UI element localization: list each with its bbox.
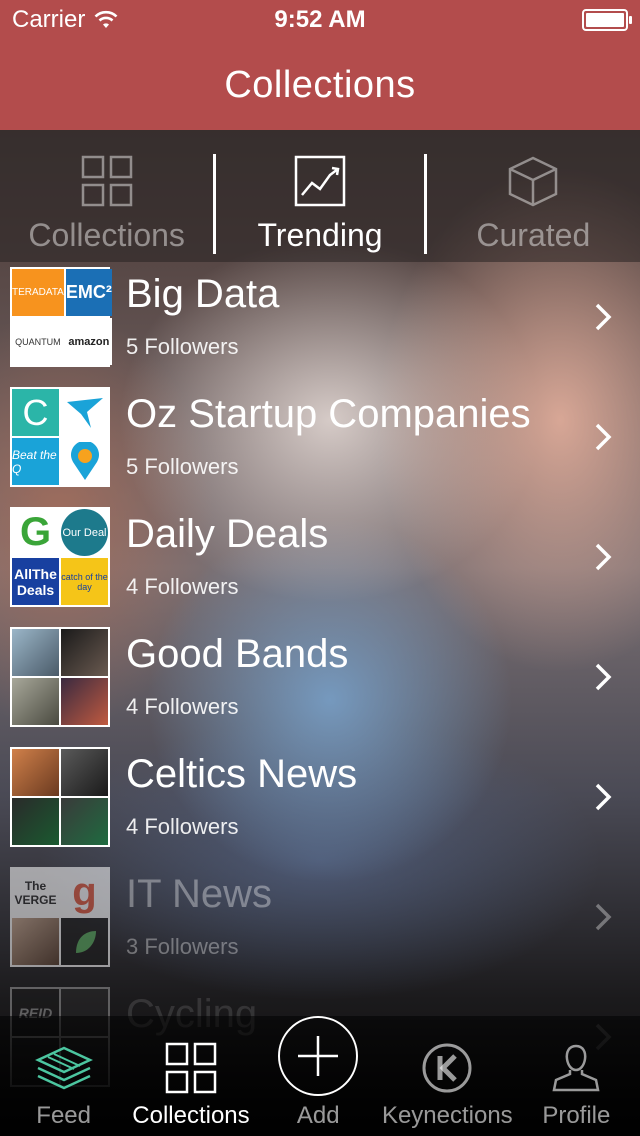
chevron-right-icon <box>595 903 612 931</box>
thumbnail-tile: catch of the day <box>61 558 108 605</box>
thumbnail-tile: g <box>61 869 108 916</box>
box-icon <box>509 156 558 207</box>
tab-profile[interactable]: Profile <box>513 1016 640 1136</box>
grid-icon <box>81 155 132 207</box>
collection-thumbnail: C Beat the Q <box>10 387 110 487</box>
chevron-right-icon <box>595 783 612 811</box>
tab-keynections-label: Keynections <box>381 1102 513 1129</box>
tab-add[interactable]: Add <box>255 1016 382 1136</box>
thumbnail-tile: Beat the Q <box>12 438 59 485</box>
collection-thumbnail <box>10 627 110 727</box>
tab-collections-label: Collections <box>28 217 185 253</box>
collection-thumbnail: G Our Deal AllThe Deals catch of the day <box>10 507 110 607</box>
person-icon <box>552 1044 600 1092</box>
thumbnail-tile: TERADATA <box>12 269 64 316</box>
collection-thumbnail <box>10 747 110 847</box>
collection-title: Big Data <box>126 272 280 316</box>
list-item[interactable]: C Beat the Q Oz Startup Companies 5 Foll… <box>0 382 640 502</box>
collection-title: Celtics News <box>126 752 358 796</box>
thumbnail-tile: Our Deal <box>61 509 108 556</box>
list-item[interactable]: G Our Deal AllThe Deals catch of the day… <box>0 502 640 622</box>
nav-bar: Collections <box>0 40 640 130</box>
thumbnail-tile: QUANTUM <box>12 318 64 365</box>
segment-divider <box>213 154 217 254</box>
collections-list: TERADATA EMC² QUANTUM amazon Big Data 5 … <box>0 262 640 1102</box>
thumbnail-tile: amazon <box>65 318 112 365</box>
followers-count: 5 Followers <box>126 334 239 359</box>
thumbnail-photo <box>12 678 59 725</box>
segment-control: Collections Trending Curated <box>0 130 640 262</box>
leaf-logo-icon <box>75 930 96 953</box>
list-item[interactable]: Celtics News 4 Followers <box>0 742 640 862</box>
tab-collections[interactable]: Collections <box>0 130 213 262</box>
status-time: 9:52 AM <box>274 6 366 33</box>
thumbnail-photo <box>12 629 59 676</box>
thumbnail-photo <box>61 749 108 796</box>
thumbnail-tile: C <box>12 389 59 436</box>
tab-feed-label: Feed <box>36 1102 91 1129</box>
chevron-right-icon <box>595 423 612 451</box>
followers-count: 4 Followers <box>126 574 239 599</box>
tab-trending[interactable]: Trending <box>213 130 427 262</box>
tab-curated[interactable]: Curated <box>427 130 640 262</box>
thumbnail-tile: G <box>12 509 59 556</box>
thumbnail-tile: The VERGE <box>12 869 59 916</box>
list-item[interactable]: Good Bands 4 Followers <box>0 622 640 742</box>
trending-chart-icon <box>294 155 346 207</box>
tab-profile-label: Profile <box>542 1102 611 1129</box>
collection-thumbnail: TERADATA EMC² QUANTUM amazon <box>10 267 112 367</box>
followers-count: 4 Followers <box>126 694 239 719</box>
chevron-right-icon <box>595 543 612 571</box>
tab-add-label: Add <box>296 1102 340 1129</box>
plus-circle-icon <box>278 1016 359 1096</box>
grid-icon <box>165 1042 217 1094</box>
tab-trending-label: Trending <box>257 217 383 253</box>
tab-bar: Feed Collections Add Keynections Profile <box>0 1016 640 1136</box>
followers-count: 4 Followers <box>126 814 239 839</box>
battery-icon <box>582 9 632 31</box>
tab-collections-label: Collections <box>132 1102 250 1129</box>
thumbnail-tile: EMC² <box>65 269 112 316</box>
collection-title: Good Bands <box>126 632 349 676</box>
tab-collections-bottom[interactable]: Collections <box>127 1016 254 1136</box>
thumbnail-photo <box>61 629 108 676</box>
thumbnail-photo <box>12 749 59 796</box>
thumbnail-photo <box>61 798 108 845</box>
k-logo-icon <box>422 1043 472 1093</box>
followers-count: 5 Followers <box>126 454 239 479</box>
layers-icon <box>34 1046 93 1090</box>
thumbnail-tile: AllThe Deals <box>12 558 59 605</box>
thumbnail-tile <box>61 438 108 485</box>
followers-count: 3 Followers <box>126 934 239 959</box>
collection-title: IT News <box>126 872 272 916</box>
tab-feed[interactable]: Feed <box>0 1016 127 1136</box>
chevron-right-icon <box>595 303 612 331</box>
collection-title: Daily Deals <box>126 512 329 556</box>
thumbnail-tile <box>61 389 108 436</box>
collection-thumbnail: The VERGE g <box>10 867 110 967</box>
map-pin-logo-icon <box>70 441 99 480</box>
thumbnail-photo <box>12 798 59 845</box>
thumbnail-photo <box>12 918 59 965</box>
bird-logo-icon <box>66 397 103 428</box>
thumbnail-photo <box>61 678 108 725</box>
page-title: Collections <box>224 63 416 106</box>
list-item[interactable]: The VERGE g IT News 3 Followers <box>0 862 640 982</box>
chevron-right-icon <box>595 663 612 691</box>
status-bar: Carrier 9:52 AM <box>0 0 640 40</box>
thumbnail-tile <box>61 918 108 965</box>
list-item[interactable]: TERADATA EMC² QUANTUM amazon Big Data 5 … <box>0 262 640 382</box>
tab-curated-label: Curated <box>476 217 591 253</box>
tab-keynections[interactable]: Keynections <box>382 1016 513 1136</box>
collection-title: Oz Startup Companies <box>126 392 531 436</box>
